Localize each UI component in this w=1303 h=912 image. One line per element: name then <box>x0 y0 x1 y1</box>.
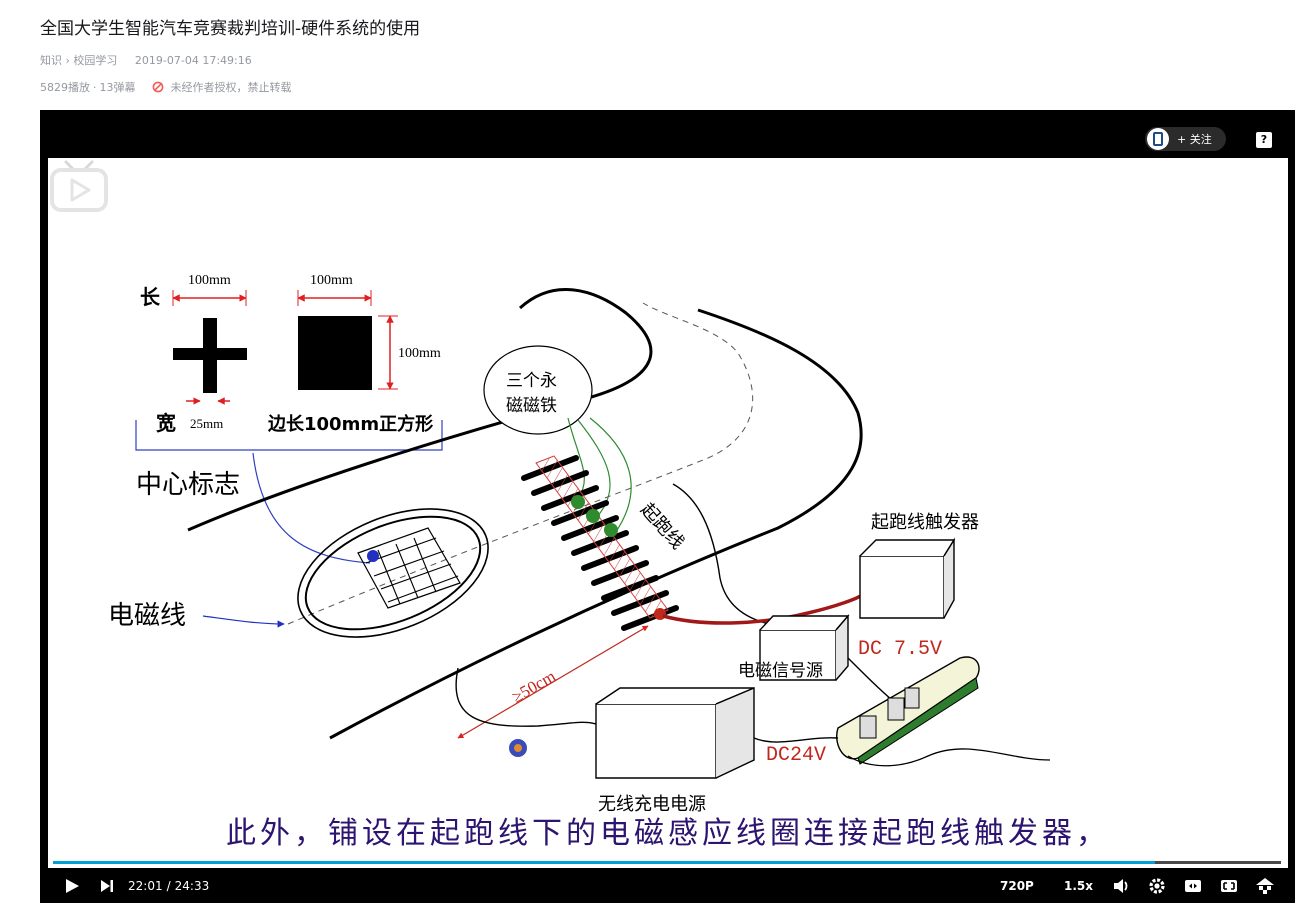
trigger-box <box>859 537 956 619</box>
magnets-label-1: 三个永 <box>506 371 557 391</box>
copyright-notice: 未经作者授权，禁止转载 <box>170 81 292 94</box>
time-display: 22:01 / 24:33 <box>128 868 209 903</box>
square-caption: 边长100mm正方形 <box>267 413 433 435</box>
dim-square-height: 100mm <box>398 346 441 361</box>
video-meta: 知识 › 校园学习 2019-07-04 17:49:16 <box>40 52 252 68</box>
stats-dot: · <box>93 80 97 94</box>
distance-label: ≥50cm <box>509 666 559 706</box>
no-repost-icon <box>152 81 163 93</box>
dim-cross-bar: 25mm <box>190 416 223 431</box>
progress-fill <box>53 861 1155 864</box>
breadcrumb-separator: › <box>65 54 70 67</box>
magnets-label-2: 磁磁铁 <box>506 396 557 416</box>
progress-bar[interactable] <box>53 861 1281 864</box>
start-line-label: 起跑线 <box>636 499 688 553</box>
cross-mark <box>172 290 247 405</box>
current-time: 22:01 <box>128 878 163 893</box>
help-icon[interactable]: ? <box>1256 132 1272 148</box>
follow-button[interactable]: + 关注 <box>1145 127 1226 151</box>
control-bar: 22:01 / 24:33 720P 1.5x <box>40 868 1295 903</box>
duration: 24:33 <box>174 878 210 893</box>
trigger-label: 起跑线触发器 <box>871 512 979 533</box>
web-fullscreen-icon[interactable] <box>1220 878 1238 894</box>
induction-coil <box>297 508 489 638</box>
danmaku-count: 13弹幕 <box>99 81 136 94</box>
dim-cross-width: 100mm <box>188 273 231 288</box>
track-diagram: 长 100mm 宽 25mm 100mm 100mm 边长100mm正方形 中心… <box>108 273 1051 815</box>
fullscreen-icon[interactable] <box>1255 877 1275 895</box>
video-subtitle: 此外，铺设在起跑线下的电磁感应线圈连接起跑线触发器， <box>226 816 1110 851</box>
uploader-avatar <box>1147 128 1169 150</box>
publish-date: 2019-07-04 17:49:16 <box>134 54 252 67</box>
power-strip <box>836 656 980 765</box>
volume-icon[interactable] <box>1112 877 1130 895</box>
video-player[interactable]: + 关注 ? 长 100mm 宽 25mm 100mm 100mm 边长100m… <box>40 110 1295 903</box>
follow-label: + 关注 <box>1177 133 1212 146</box>
label-wide: 宽 <box>156 411 176 435</box>
dc-24-label: DC24V <box>766 744 826 767</box>
dc-75-label: DC 7.5V <box>858 638 942 661</box>
quality-selector[interactable]: 720P <box>1000 868 1034 903</box>
breadcrumb-subcategory[interactable]: 校园学习 <box>73 54 117 67</box>
center-mark-label: 中心标志 <box>136 470 240 500</box>
settings-gear-icon[interactable] <box>1148 877 1166 895</box>
label-long: 长 <box>140 285 161 309</box>
video-frame[interactable]: 长 100mm 宽 25mm 100mm 100mm 边长100mm正方形 中心… <box>48 158 1288 868</box>
breadcrumb-category[interactable]: 知识 <box>40 54 62 67</box>
speed-selector[interactable]: 1.5x <box>1064 868 1093 903</box>
video-stats: 5829播放 · 13弹幕 未经作者授权，禁止转载 <box>40 79 292 95</box>
signal-source-label: 电磁信号源 <box>738 661 823 681</box>
wireless-power-box <box>595 686 755 779</box>
next-icon[interactable] <box>100 879 114 893</box>
play-count: 5829播放 <box>40 81 90 94</box>
play-icon[interactable] <box>64 878 80 894</box>
player-top-bar: + 关注 ? <box>40 110 1295 158</box>
time-separator: / <box>166 878 171 893</box>
em-line-label: 电磁线 <box>108 601 186 631</box>
bilibili-tv-icon <box>50 160 108 212</box>
widescreen-icon[interactable] <box>1184 878 1202 894</box>
video-title: 全国大学生智能汽车竞赛裁判培训-硬件系统的使用 <box>40 19 421 39</box>
square-mark <box>297 290 398 390</box>
dim-square-width: 100mm <box>310 273 353 288</box>
